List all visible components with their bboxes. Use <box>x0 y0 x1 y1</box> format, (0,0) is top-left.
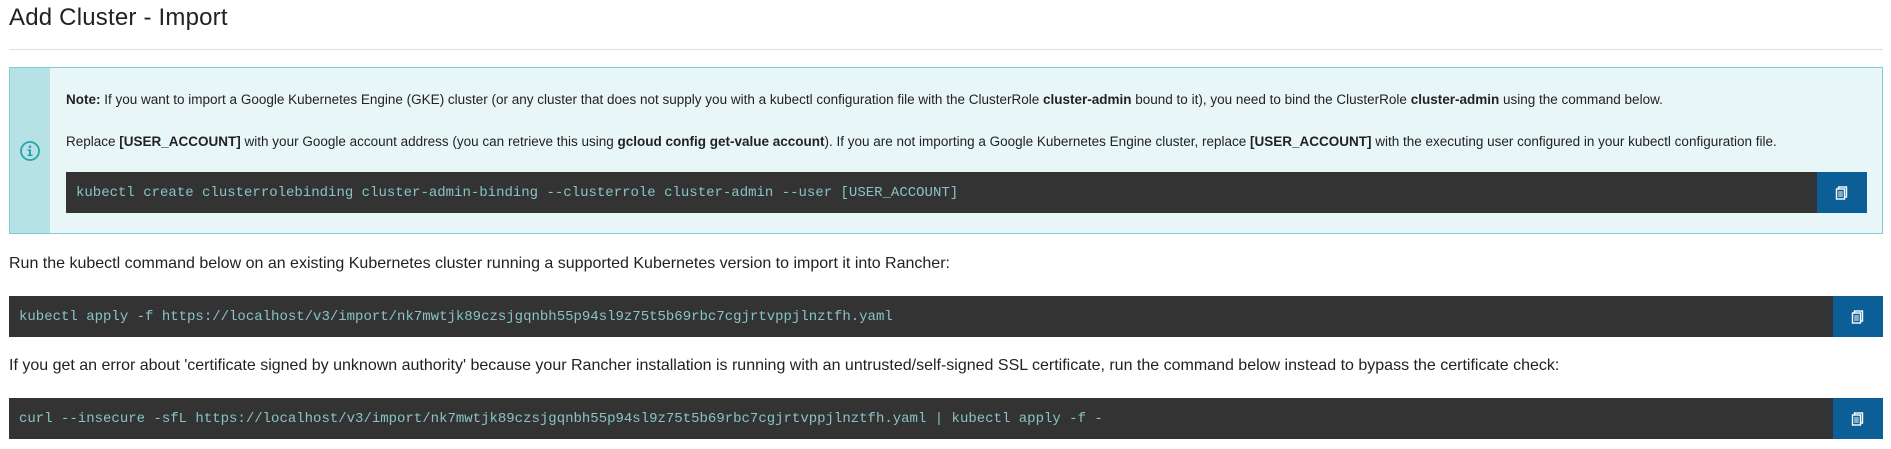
title-divider <box>9 49 1883 50</box>
note-text: If you want to import a Google Kubernete… <box>100 92 1043 107</box>
import-command[interactable]: kubectl apply -f https://localhost/v3/im… <box>9 309 1833 325</box>
copy-icon <box>1851 309 1864 324</box>
note-label: Note: <box>66 92 101 107</box>
import-command-block: kubectl apply -f https://localhost/v3/im… <box>9 296 1883 337</box>
note-paragraph: Note: If you want to import a Google Kub… <box>66 92 1663 107</box>
import-instructions: Run the kubectl command below on an exis… <box>9 255 950 272</box>
copy-import-command-button[interactable] <box>1833 296 1883 337</box>
note-text: using the command below. <box>1499 92 1663 107</box>
note-text: bound to it), you need to bind the Clust… <box>1131 92 1411 107</box>
replace-text: ). If you are not importing a Google Kub… <box>824 134 1251 149</box>
gcloud-command-text: gcloud config get-value account <box>617 134 825 149</box>
copy-clusterrolebinding-button[interactable] <box>1817 172 1867 213</box>
clusterrolebinding-command[interactable]: kubectl create clusterrolebinding cluste… <box>66 185 1817 201</box>
replace-text: with the executing user configured in yo… <box>1371 134 1777 149</box>
copy-insecure-command-button[interactable] <box>1833 398 1883 439</box>
clusterrole-name: cluster-admin <box>1410 92 1500 107</box>
insecure-command-block: curl --insecure -sfL https://localhost/v… <box>9 398 1883 439</box>
copy-icon <box>1851 411 1864 426</box>
replace-text: Replace <box>66 134 120 149</box>
user-account-placeholder: [USER_ACCOUNT] <box>1250 134 1372 149</box>
user-account-placeholder: [USER_ACCOUNT] <box>119 134 241 149</box>
info-banner-stripe <box>10 68 50 233</box>
replace-text: with your Google account address (you ca… <box>240 134 618 149</box>
copy-icon <box>1835 185 1848 200</box>
insecure-command[interactable]: curl --insecure -sfL https://localhost/v… <box>9 411 1833 427</box>
info-banner: Note: If you want to import a Google Kub… <box>9 67 1883 234</box>
info-circle-icon <box>20 140 40 161</box>
clusterrole-name: cluster-admin <box>1042 92 1132 107</box>
page-title: Add Cluster - Import <box>9 4 228 31</box>
replace-paragraph: Replace [USER_ACCOUNT] with your Google … <box>66 134 1777 149</box>
insecure-instructions: If you get an error about 'certificate s… <box>9 357 1560 374</box>
clusterrolebinding-command-block: kubectl create clusterrolebinding cluste… <box>66 172 1867 213</box>
